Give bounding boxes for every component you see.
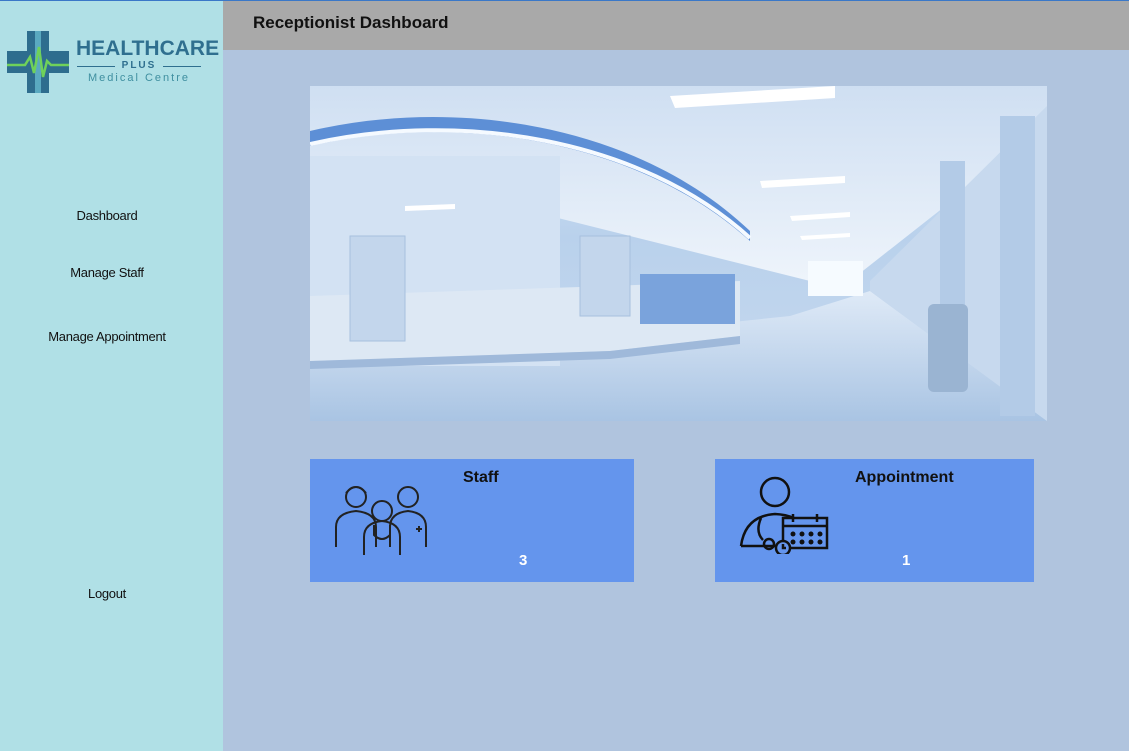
healthcare-cross-icon [7,31,69,93]
staff-card[interactable]: Staff 3 [310,459,634,582]
sidebar-item-manage-staff[interactable]: Manage Staff [0,265,214,280]
sidebar-item-dashboard[interactable]: Dashboard [0,208,214,223]
staff-group-icon [335,486,427,555]
sidebar-item-manage-appointment[interactable]: Manage Appointment [0,329,214,344]
logo-subtitle: Medical Centre [88,72,190,84]
logo: HEALTHCARE PLUS Medical Centre [5,29,219,99]
appointment-card-title: Appointment [855,469,954,486]
sidebar: HEALTHCARE PLUS Medical Centre Dashboard… [0,0,223,751]
staff-card-title: Staff [463,469,499,486]
staff-count: 3 [519,552,528,569]
logout-button[interactable]: Logout [0,586,214,601]
hospital-corridor-image [310,86,1047,421]
header-bar: Receptionist Dashboard [223,0,1129,50]
logo-title: HEALTHCARE [76,37,220,60]
appointment-count: 1 [902,552,911,569]
page-title: Receptionist Dashboard [253,13,449,32]
logo-divider [163,66,201,67]
appointment-card[interactable]: Appointment 1 [715,459,1034,582]
doctor-calendar-icon [739,476,829,554]
corridor-illustration [310,86,1047,421]
